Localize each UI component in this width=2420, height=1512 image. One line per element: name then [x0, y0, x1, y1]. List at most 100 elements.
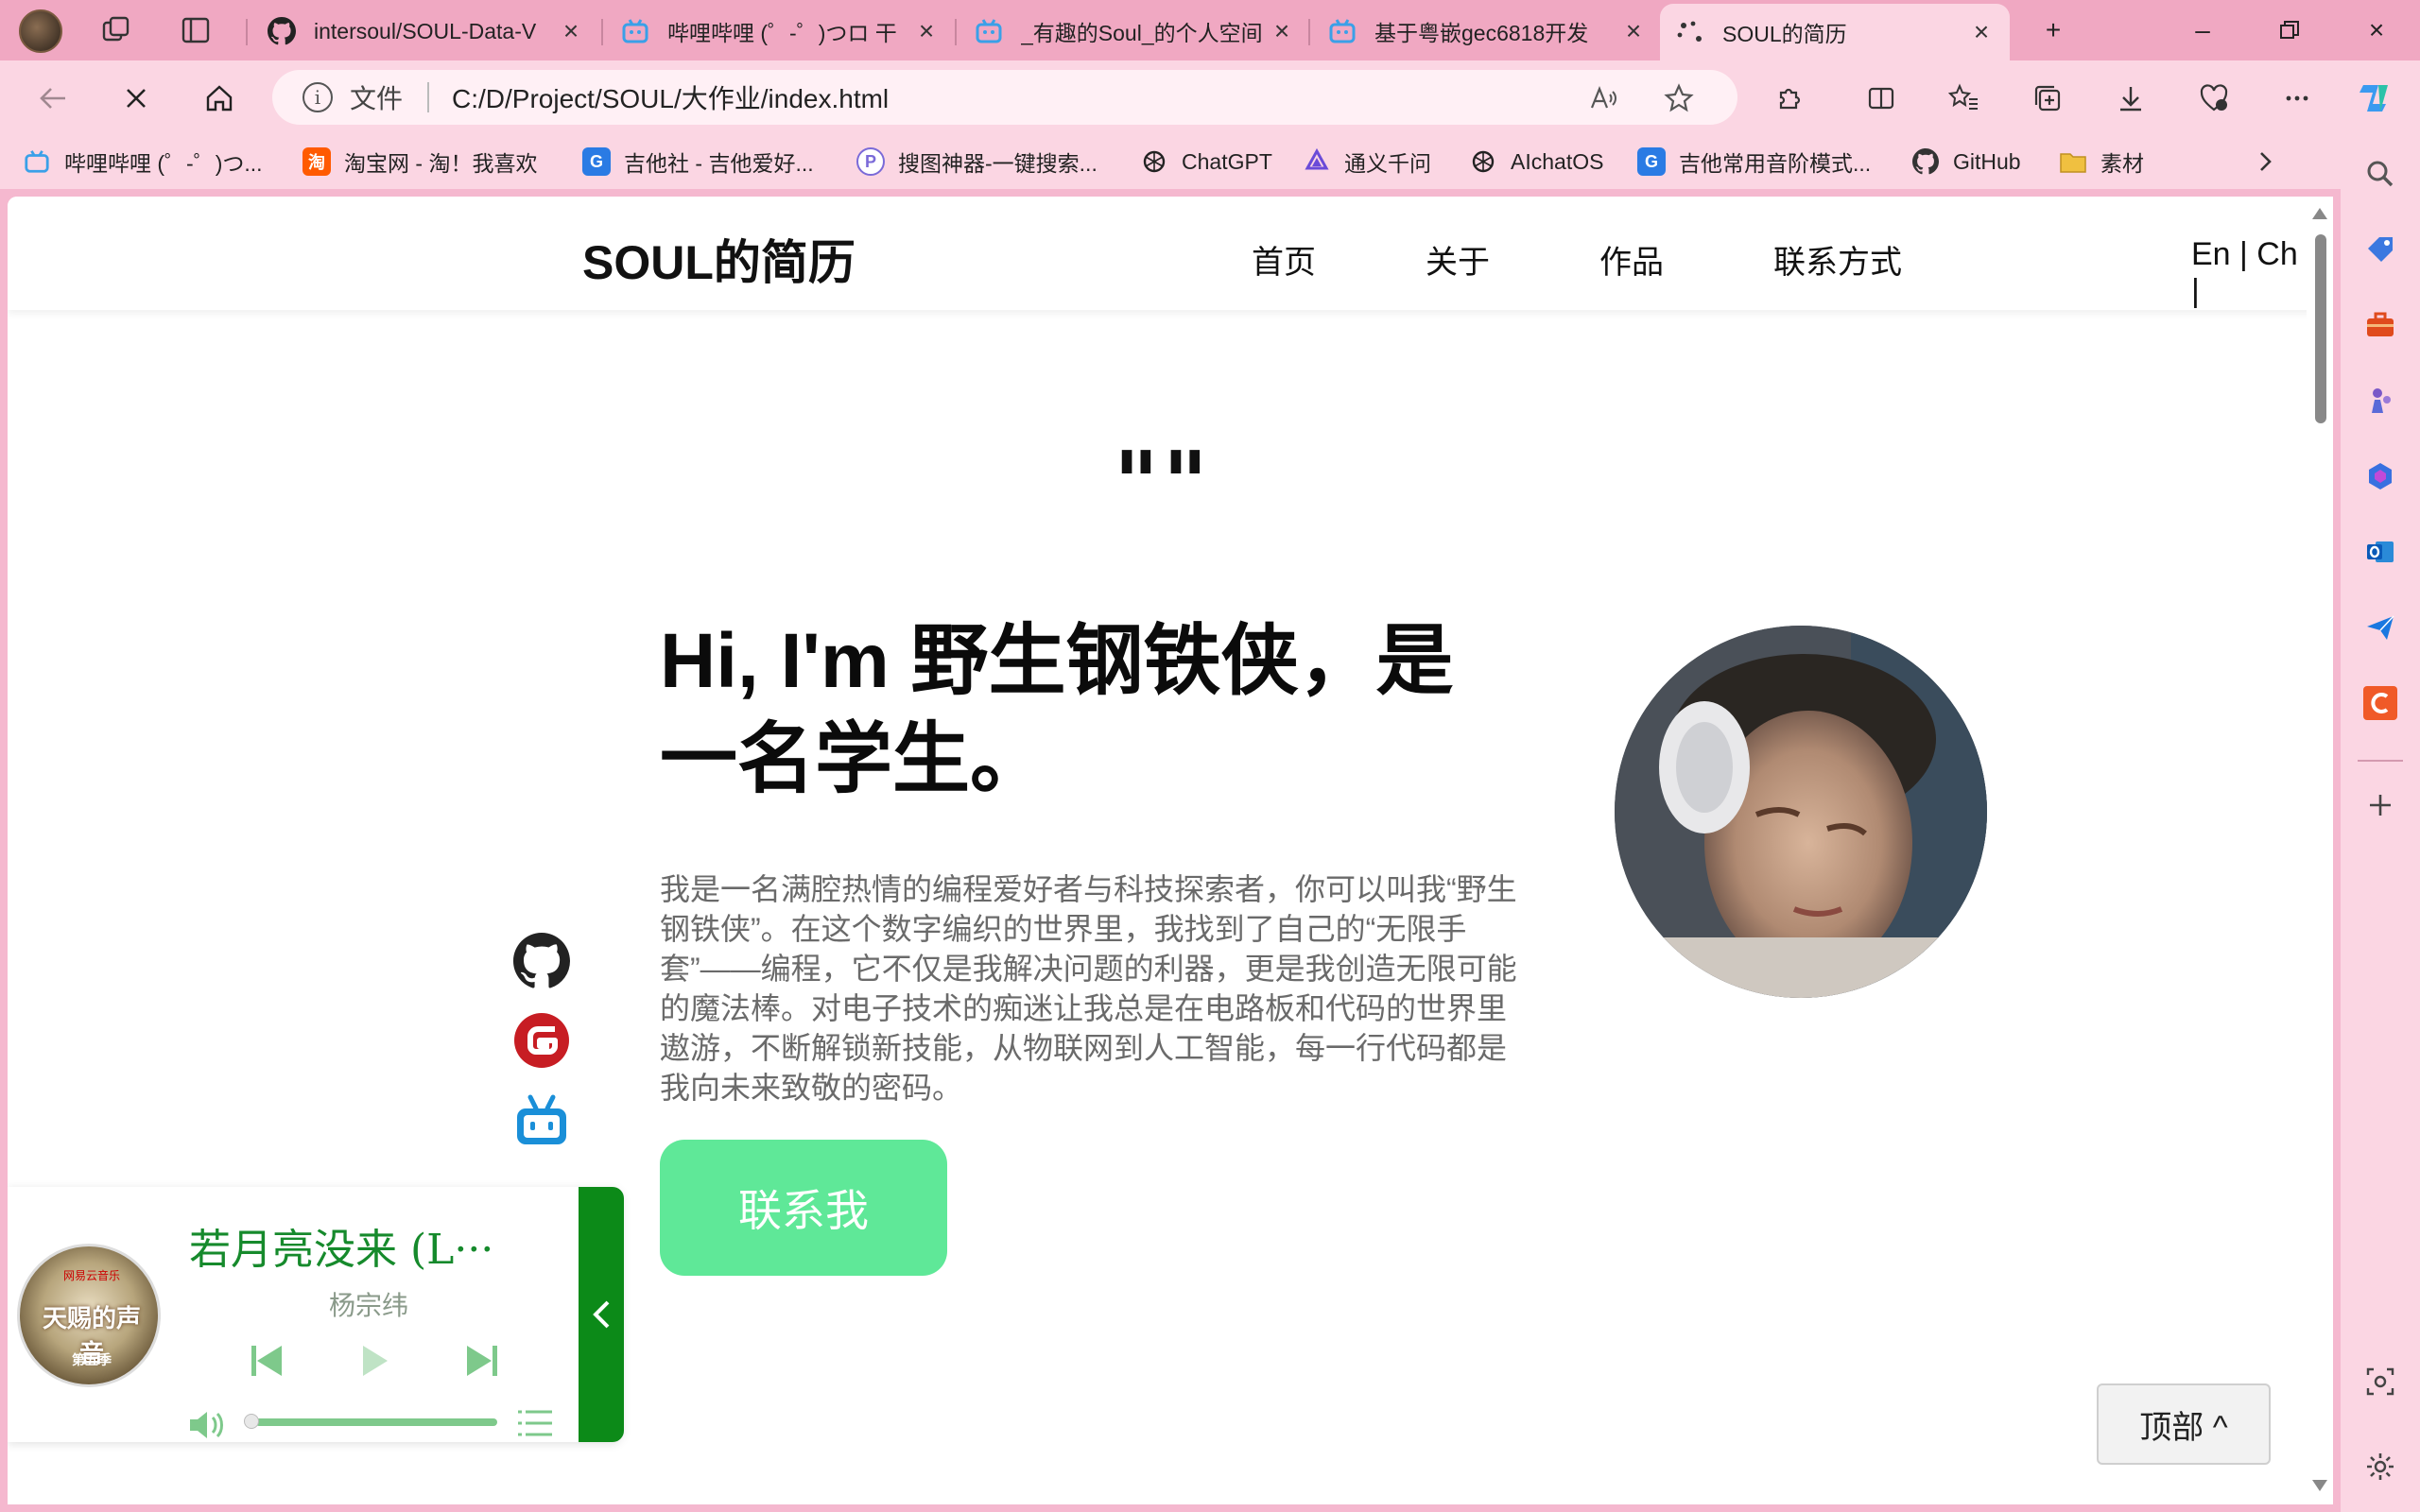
back-to-top-button[interactable]: 顶部 ^: [2097, 1383, 2271, 1465]
split-screen-icon[interactable]: [1857, 74, 1906, 123]
nav-about[interactable]: 关于: [1426, 236, 1490, 283]
volume-slider-knob[interactable]: [244, 1414, 259, 1429]
site-brand[interactable]: SOUL的简历: [582, 225, 856, 293]
back-button[interactable]: [28, 74, 78, 123]
profile-avatar[interactable]: [19, 9, 62, 53]
bookmark-taobao[interactable]: 淘 淘宝网 - 淘！我喜欢: [302, 144, 537, 180]
bilibili-icon[interactable]: [512, 1092, 571, 1151]
tab-bilibili-space[interactable]: _有趣的Soul_的个人空间 ×: [959, 8, 1310, 55]
language-switch[interactable]: En | Ch |: [2191, 236, 2314, 310]
nav-contact[interactable]: 联系方式: [1773, 236, 1902, 283]
bookmarks-bar: 哔哩哔哩 (゜-゜)つ... 淘 淘宝网 - 淘！我喜欢 G 吉他社 - 吉他爱…: [0, 134, 2344, 189]
tab-title: _有趣的Soul_的个人空间: [1021, 21, 1263, 45]
bookmark-bilibili[interactable]: 哔哩哔哩 (゜-゜)つ...: [23, 144, 263, 180]
bookmark-guitar-club[interactable]: G 吉他社 - 吉他爱好...: [582, 144, 814, 180]
send-plane-icon[interactable]: [2361, 609, 2399, 646]
shopping-tag-icon[interactable]: [2361, 231, 2399, 268]
c-app-icon[interactable]: [2361, 684, 2399, 722]
playlist-icon[interactable]: [514, 1404, 556, 1442]
more-bookmarks-chevron-icon[interactable]: [2254, 144, 2276, 180]
games-chess-icon[interactable]: [2361, 382, 2399, 420]
page-scrollbar[interactable]: [2307, 197, 2333, 1504]
scrollbar-thumb[interactable]: [2315, 234, 2326, 423]
favorite-star-icon[interactable]: [1662, 81, 1696, 115]
github-icon: [267, 16, 297, 46]
close-tab-icon[interactable]: ×: [913, 16, 940, 46]
profile-photo: [1615, 626, 1987, 998]
bilibili-icon: [974, 16, 1004, 46]
tab-title: 哔哩哔哩 (゜-゜)つロ 干: [667, 21, 897, 45]
bookmark-guitar-scales[interactable]: G 吉他常用音阶模式...: [1637, 144, 1871, 180]
hero-description: 我是一名满腔热情的编程爱好者与科技探索者，你可以叫我“野生钢铁侠”。在这个数字编…: [660, 872, 1517, 1105]
tools-briefcase-icon[interactable]: [2361, 306, 2399, 344]
read-aloud-icon[interactable]: [1586, 81, 1620, 115]
tab-github[interactable]: intersoul/SOUL-Data-V ×: [251, 8, 599, 55]
favorites-icon[interactable]: [1940, 74, 1989, 123]
album-cover: 网易云音乐 天赐的声音 第五季: [17, 1244, 161, 1387]
loading-icon: [1675, 17, 1705, 47]
site-info-icon[interactable]: i: [302, 82, 333, 112]
bookmark-chatgpt[interactable]: ChatGPT: [1140, 144, 1272, 180]
more-menu-icon[interactable]: [2273, 74, 2322, 123]
tongyi-icon: [1303, 147, 1331, 176]
bookmark-aichatos[interactable]: AIchatOS: [1469, 144, 1603, 180]
restore-button[interactable]: [2261, 9, 2318, 51]
search-p-icon: P: [856, 147, 885, 176]
quote-mark: "": [1114, 433, 1212, 534]
close-tab-icon[interactable]: ×: [1968, 17, 1995, 47]
new-tab-button[interactable]: +: [2025, 9, 2082, 51]
song-artist: 杨宗纬: [328, 1290, 408, 1321]
tab-strip: intersoul/SOUL-Data-V × 哔哩哔哩 (゜-゜)つロ 干 ×…: [0, 0, 2420, 60]
close-tab-icon[interactable]: ×: [1620, 16, 1647, 46]
collapse-player-chevron-icon[interactable]: [579, 1187, 624, 1442]
volume-slider[interactable]: [255, 1418, 497, 1426]
file-scheme-label: 文件: [350, 84, 404, 113]
github-icon: [1911, 147, 1940, 176]
screenshot-icon[interactable]: [2361, 1363, 2399, 1400]
site-header: SOUL的简历 首页 关于 作品 联系方式 En | Ch |: [8, 197, 2314, 310]
gitee-icon[interactable]: [512, 1011, 571, 1070]
tab-soul-resume[interactable]: SOUL的简历 ×: [1660, 4, 2010, 60]
bookmark-folder-materials[interactable]: 素材: [2059, 144, 2144, 180]
volume-icon[interactable]: [183, 1406, 231, 1444]
add-sidebar-app-icon[interactable]: [2361, 786, 2399, 824]
bookmark-github[interactable]: GitHub: [1911, 144, 2021, 180]
play-icon[interactable]: [352, 1338, 397, 1383]
browser-essentials-icon[interactable]: [2189, 74, 2238, 123]
nav-home[interactable]: 首页: [1252, 236, 1316, 283]
vertical-tabs-icon[interactable]: [178, 13, 214, 47]
next-track-icon[interactable]: [459, 1338, 505, 1383]
search-icon[interactable]: [2361, 155, 2399, 193]
contact-me-button[interactable]: 联系我: [660, 1140, 947, 1276]
nav-works[interactable]: 作品: [1599, 236, 1664, 283]
taobao-icon: 淘: [302, 147, 331, 176]
folder-icon: [2059, 147, 2087, 176]
address-bar[interactable]: i 文件 C:/D/Project/SOUL/大作业/index.html: [272, 70, 1737, 125]
collections-icon[interactable]: [2023, 74, 2072, 123]
song-title: 若月亮没来 (L···: [189, 1226, 494, 1274]
g-icon: G: [1637, 147, 1666, 176]
close-window-button[interactable]: ×: [2348, 9, 2405, 51]
bookmark-image-search[interactable]: P 搜图神器-一键搜索...: [856, 144, 1098, 180]
music-player: 网易云音乐 天赐的声音 第五季 若月亮没来 (L··· 杨宗纬: [8, 1187, 624, 1444]
close-tab-icon[interactable]: ×: [1269, 16, 1295, 46]
copilot-icon[interactable]: [2350, 74, 2399, 123]
minimize-button[interactable]: –: [2174, 9, 2231, 51]
github-icon[interactable]: [512, 932, 571, 990]
settings-gear-icon[interactable]: [2361, 1448, 2399, 1486]
close-tab-icon[interactable]: ×: [558, 16, 584, 46]
url-text[interactable]: C:/D/Project/SOUL/大作业/index.html: [452, 78, 889, 116]
workspaces-icon[interactable]: [98, 13, 134, 47]
extensions-icon[interactable]: [1764, 74, 1813, 123]
bookmark-tongyi[interactable]: 通义千问: [1303, 144, 1431, 180]
tab-title: intersoul/SOUL-Data-V: [314, 18, 537, 43]
outlook-icon[interactable]: [2361, 533, 2399, 571]
tab-bilibili-home[interactable]: 哔哩哔哩 (゜-゜)つロ 干 ×: [605, 8, 955, 55]
bilibili-icon: [23, 147, 51, 176]
downloads-icon[interactable]: [2106, 74, 2155, 123]
microsoft365-icon[interactable]: [2361, 457, 2399, 495]
stop-button[interactable]: [112, 74, 161, 123]
previous-track-icon[interactable]: [244, 1338, 289, 1383]
tab-bilibili-video[interactable]: 基于粤嵌gec6818开发 ×: [1312, 8, 1662, 55]
home-button[interactable]: [195, 74, 244, 123]
